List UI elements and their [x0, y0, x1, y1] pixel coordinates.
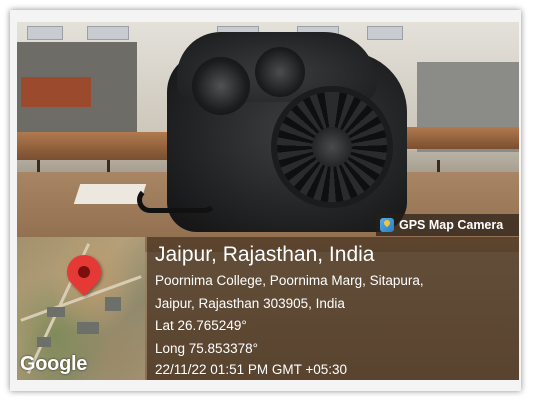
paper-sheet: [73, 184, 147, 204]
lab-equipment: [21, 77, 91, 107]
gps-map-camera-badge: GPS Map Camera: [376, 214, 519, 236]
longitude-text: Long 75.853378°: [155, 341, 258, 356]
map-building: [37, 337, 51, 347]
location-title: Jaipur, Rajasthan, India: [155, 243, 375, 266]
map-building: [77, 322, 99, 334]
badge-label: GPS Map Camera: [399, 218, 504, 232]
address-line-2: Jaipur, Rajasthan 303905, India: [155, 296, 345, 311]
latitude-text: Lat 26.765249°: [155, 318, 247, 333]
fan-hub: [312, 127, 352, 167]
map-building: [47, 307, 65, 317]
wall-window: [87, 26, 129, 40]
wall-window: [367, 26, 403, 40]
map-pin-dot: [75, 263, 93, 281]
engine-pulley: [192, 57, 250, 115]
location-info-panel: Jaipur, Rajasthan, India Poornima Colleg…: [147, 237, 519, 380]
google-logo: Google: [20, 353, 88, 375]
location-map: Google: [17, 237, 145, 380]
wall-window: [27, 26, 63, 40]
timestamp-text: 22/11/22 01:51 PM GMT +05:30: [155, 362, 347, 377]
engine-pulley: [255, 47, 305, 97]
engine-hose: [137, 187, 217, 213]
map-building: [105, 297, 121, 311]
address-line-1: Poornima College, Poornima Marg, Sitapur…: [155, 273, 424, 288]
gps-map-camera-icon: [380, 218, 394, 232]
